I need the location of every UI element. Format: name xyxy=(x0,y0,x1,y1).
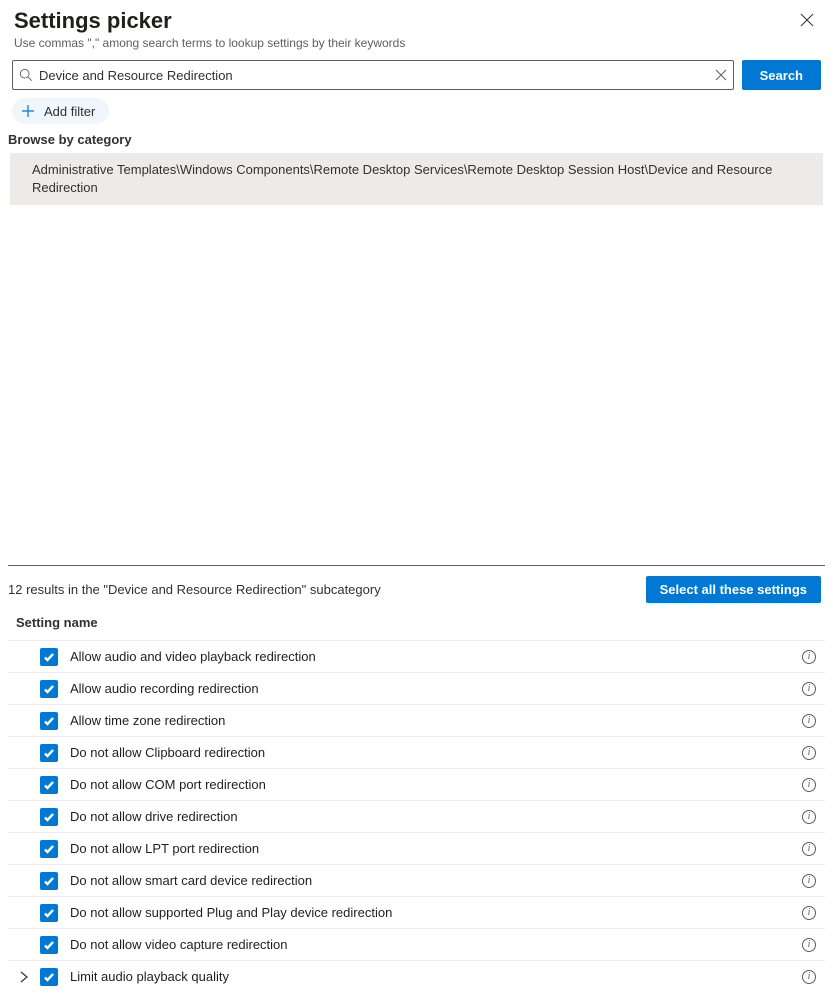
add-filter-label: Add filter xyxy=(44,104,95,119)
checkmark-icon xyxy=(43,779,55,791)
info-icon[interactable]: i xyxy=(802,938,816,952)
info-icon[interactable]: i xyxy=(802,842,816,856)
checkbox-cell xyxy=(36,936,62,954)
setting-row[interactable]: Allow audio recording redirection i xyxy=(8,672,825,704)
setting-checkbox[interactable] xyxy=(40,872,58,890)
checkbox-cell xyxy=(36,712,62,730)
checkmark-icon xyxy=(43,715,55,727)
page-title: Settings picker xyxy=(14,8,819,34)
checkbox-cell xyxy=(36,648,62,666)
checkmark-icon xyxy=(43,747,55,759)
checkbox-cell xyxy=(36,808,62,826)
info-cell: i xyxy=(797,810,821,824)
info-cell: i xyxy=(797,746,821,760)
clear-icon xyxy=(715,69,727,81)
info-icon[interactable]: i xyxy=(802,714,816,728)
setting-row[interactable]: Do not allow Clipboard redirection i xyxy=(8,736,825,768)
info-cell: i xyxy=(797,938,821,952)
page-subtitle: Use commas "," among search terms to loo… xyxy=(14,36,819,50)
info-icon[interactable]: i xyxy=(802,906,816,920)
checkbox-cell xyxy=(36,744,62,762)
search-icon xyxy=(19,68,33,82)
setting-name: Do not allow drive redirection xyxy=(62,809,797,824)
info-icon[interactable]: i xyxy=(802,970,816,984)
setting-checkbox[interactable] xyxy=(40,840,58,858)
close-button[interactable] xyxy=(799,12,815,28)
checkbox-cell xyxy=(36,872,62,890)
checkmark-icon xyxy=(43,843,55,855)
info-icon[interactable]: i xyxy=(802,778,816,792)
setting-name: Do not allow smart card device redirecti… xyxy=(62,873,797,888)
setting-checkbox[interactable] xyxy=(40,680,58,698)
setting-checkbox[interactable] xyxy=(40,776,58,794)
add-filter-button[interactable]: Add filter xyxy=(12,98,109,124)
checkmark-icon xyxy=(43,683,55,695)
setting-checkbox[interactable] xyxy=(40,712,58,730)
setting-name: Do not allow Clipboard redirection xyxy=(62,745,797,760)
checkbox-cell xyxy=(36,968,62,986)
settings-list: Allow audio and video playback redirecti… xyxy=(0,640,833,992)
select-all-button[interactable]: Select all these settings xyxy=(646,576,821,603)
checkmark-icon xyxy=(43,907,55,919)
setting-checkbox[interactable] xyxy=(40,744,58,762)
setting-checkbox[interactable] xyxy=(40,904,58,922)
setting-name: Do not allow LPT port redirection xyxy=(62,841,797,856)
setting-row[interactable]: Limit audio playback quality i xyxy=(8,960,825,992)
info-cell: i xyxy=(797,842,821,856)
search-input[interactable] xyxy=(39,68,715,83)
checkbox-cell xyxy=(36,904,62,922)
info-icon[interactable]: i xyxy=(802,746,816,760)
info-icon[interactable]: i xyxy=(802,810,816,824)
chevron-right-icon xyxy=(17,970,31,984)
info-icon[interactable]: i xyxy=(802,682,816,696)
section-divider xyxy=(8,565,825,566)
info-cell: i xyxy=(797,970,821,984)
column-header-setting-name[interactable]: Setting name xyxy=(0,611,833,640)
setting-name: Allow time zone redirection xyxy=(62,713,797,728)
checkbox-cell xyxy=(36,840,62,858)
setting-checkbox[interactable] xyxy=(40,808,58,826)
search-button[interactable]: Search xyxy=(742,60,821,90)
info-icon[interactable]: i xyxy=(802,874,816,888)
setting-name: Do not allow COM port redirection xyxy=(62,777,797,792)
info-cell: i xyxy=(797,650,821,664)
checkmark-icon xyxy=(43,875,55,887)
category-path[interactable]: Administrative Templates\Windows Compone… xyxy=(10,153,823,205)
checkmark-icon xyxy=(43,811,55,823)
setting-row[interactable]: Allow time zone redirection i xyxy=(8,704,825,736)
close-icon xyxy=(799,12,815,28)
setting-row[interactable]: Do not allow LPT port redirection i xyxy=(8,832,825,864)
info-cell: i xyxy=(797,906,821,920)
info-cell: i xyxy=(797,778,821,792)
setting-name: Do not allow supported Plug and Play dev… xyxy=(62,905,797,920)
checkbox-cell xyxy=(36,776,62,794)
clear-search-button[interactable] xyxy=(715,69,727,81)
browse-by-category-label: Browse by category xyxy=(0,132,833,153)
info-cell: i xyxy=(797,874,821,888)
checkbox-cell xyxy=(36,680,62,698)
setting-checkbox[interactable] xyxy=(40,648,58,666)
setting-row[interactable]: Do not allow video capture redirection i xyxy=(8,928,825,960)
setting-name: Allow audio and video playback redirecti… xyxy=(62,649,797,664)
setting-name: Limit audio playback quality xyxy=(62,969,797,984)
setting-row[interactable]: Do not allow COM port redirection i xyxy=(8,768,825,800)
plus-icon xyxy=(20,103,36,119)
results-summary: 12 results in the "Device and Resource R… xyxy=(8,582,381,597)
setting-name: Do not allow video capture redirection xyxy=(62,937,797,952)
setting-row[interactable]: Do not allow smart card device redirecti… xyxy=(8,864,825,896)
setting-checkbox[interactable] xyxy=(40,936,58,954)
search-box[interactable] xyxy=(12,60,734,90)
checkmark-icon xyxy=(43,939,55,951)
setting-checkbox[interactable] xyxy=(40,968,58,986)
info-icon[interactable]: i xyxy=(802,650,816,664)
expand-cell[interactable] xyxy=(12,970,36,984)
setting-name: Allow audio recording redirection xyxy=(62,681,797,696)
info-cell: i xyxy=(797,682,821,696)
checkmark-icon xyxy=(43,651,55,663)
setting-row[interactable]: Do not allow supported Plug and Play dev… xyxy=(8,896,825,928)
info-cell: i xyxy=(797,714,821,728)
checkmark-icon xyxy=(43,971,55,983)
setting-row[interactable]: Allow audio and video playback redirecti… xyxy=(8,640,825,672)
setting-row[interactable]: Do not allow drive redirection i xyxy=(8,800,825,832)
